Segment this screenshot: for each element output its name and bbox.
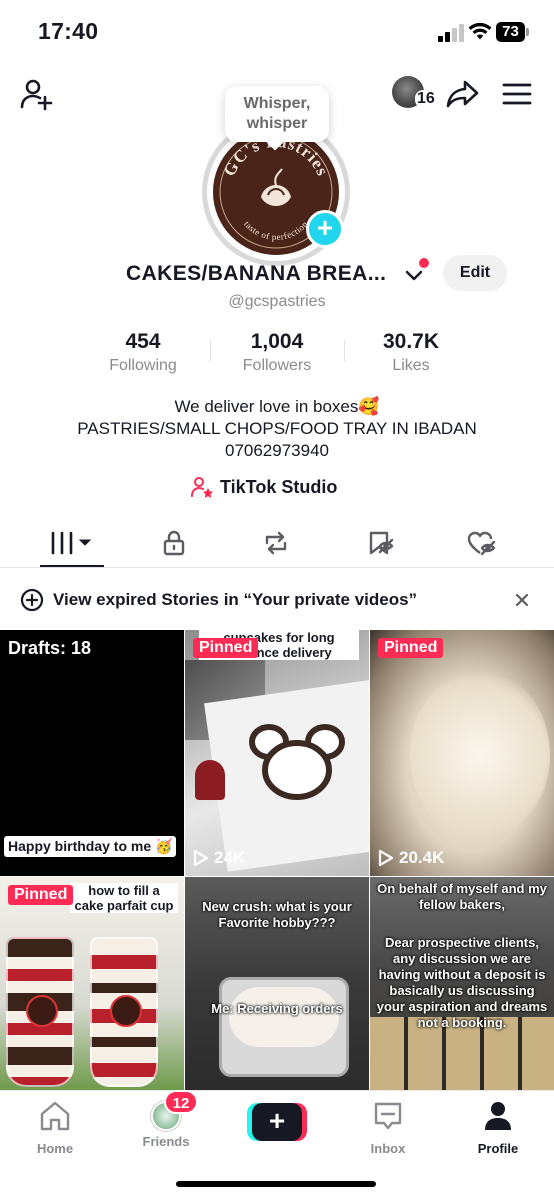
drafts-count: Drafts: 18 bbox=[8, 638, 92, 658]
tiktok-studio-link[interactable]: TikTok Studio bbox=[190, 474, 337, 500]
svg-text:taste of perfection: taste of perfection bbox=[242, 219, 310, 242]
share-arrow-icon bbox=[446, 80, 479, 108]
likes-label: Likes bbox=[392, 357, 430, 374]
edit-profile-button[interactable]: Edit bbox=[443, 255, 507, 291]
tab-favorites[interactable] bbox=[350, 524, 410, 562]
bookmark-hidden-icon bbox=[369, 531, 394, 555]
home-icon bbox=[40, 1101, 70, 1131]
pinned-badge: Pinned bbox=[193, 638, 259, 658]
menu-button[interactable] bbox=[498, 76, 536, 112]
profile-icon bbox=[485, 1102, 511, 1130]
viewer-count: 16 bbox=[415, 90, 437, 108]
repost-icon bbox=[265, 531, 287, 555]
studio-label: TikTok Studio bbox=[220, 476, 338, 497]
grid-icon bbox=[51, 531, 92, 555]
video-overlay-text: how to fill a cake parfait cup bbox=[70, 883, 178, 913]
stat-following[interactable]: 454 Following bbox=[78, 330, 208, 375]
studio-user-star-icon bbox=[191, 477, 214, 498]
tab-videos[interactable] bbox=[42, 524, 102, 562]
share-button[interactable] bbox=[444, 76, 482, 112]
view-count-value: 20.4K bbox=[399, 848, 445, 867]
followers-label: Followers bbox=[242, 357, 312, 374]
active-tab-indicator bbox=[40, 565, 104, 567]
wifi-icon bbox=[468, 22, 492, 40]
stat-followers[interactable]: 1,004 Followers bbox=[212, 330, 342, 375]
following-label: Following bbox=[109, 357, 177, 374]
add-user-icon bbox=[20, 79, 53, 111]
nav-profile[interactable]: Profile bbox=[458, 1099, 538, 1157]
parfait-cup-image bbox=[6, 937, 74, 1087]
create-button[interactable]: + bbox=[247, 1103, 307, 1141]
close-icon[interactable] bbox=[510, 588, 534, 612]
status-time: 17:40 bbox=[38, 18, 99, 44]
nav-friends-label: Friends bbox=[142, 1134, 190, 1149]
tab-private[interactable] bbox=[144, 524, 204, 562]
username: @gcspastries bbox=[228, 293, 326, 310]
profile-tabs bbox=[0, 518, 554, 568]
nav-inbox[interactable]: Inbox bbox=[348, 1099, 428, 1157]
whisper-bubble[interactable]: Whisper, whisper bbox=[225, 86, 329, 142]
view-count-value: 24K bbox=[214, 848, 246, 867]
bio-line: We deliver love in boxes🥰 bbox=[174, 397, 380, 416]
heart-hidden-icon bbox=[467, 531, 496, 556]
battery-icon: 73 bbox=[496, 22, 530, 42]
story-plus-icon bbox=[20, 588, 44, 612]
add-friend-button[interactable] bbox=[16, 76, 56, 112]
cellular-signal-icon bbox=[438, 24, 464, 42]
hamburger-menu-icon bbox=[502, 83, 532, 105]
view-count: 20.4K bbox=[378, 848, 444, 868]
followers-count: 1,004 bbox=[250, 330, 304, 353]
nav-home[interactable]: Home bbox=[15, 1099, 95, 1157]
following-count: 454 bbox=[125, 330, 161, 353]
video-overlay-text: Me: Receiving orders bbox=[211, 1001, 343, 1016]
video-tile[interactable]: New crush: what is your Favorite hobby??… bbox=[185, 877, 369, 1090]
video-tile[interactable]: how to fill a cake parfait cup Pinned bbox=[0, 877, 184, 1090]
mickey-cake-shape bbox=[249, 724, 345, 800]
tab-reposts[interactable] bbox=[246, 524, 306, 562]
view-count: 24K bbox=[193, 848, 245, 868]
video-thumbnail bbox=[410, 670, 550, 840]
tab-liked[interactable] bbox=[452, 524, 512, 562]
inbox-icon bbox=[374, 1102, 402, 1130]
video-caption: Happy birthday to me 🥳 bbox=[4, 836, 177, 857]
stat-divider bbox=[210, 340, 211, 362]
play-icon bbox=[378, 849, 394, 867]
friends-notification-badge: 12 bbox=[164, 1090, 198, 1114]
nav-profile-label: Profile bbox=[477, 1141, 519, 1156]
logo-tagline: taste of perfection bbox=[242, 219, 309, 242]
bio-line: PASTRIES/SMALL CHOPS/FOOD TRAY IN IBADAN bbox=[77, 419, 477, 438]
display-name: CAKES/BANANA BREA... bbox=[126, 262, 387, 285]
video-overlay-text: Dear prospective clients, any discussion… bbox=[376, 935, 548, 1030]
stat-divider bbox=[344, 340, 345, 362]
profile-viewers-button[interactable]: 16 bbox=[390, 74, 437, 114]
bottom-navigation: Home Friends + Inbox Profile bbox=[0, 1090, 554, 1170]
parfait-cup-image bbox=[90, 937, 158, 1087]
video-tile[interactable]: On behalf of myself and my fellow bakers… bbox=[370, 877, 554, 1090]
home-indicator[interactable] bbox=[176, 1181, 376, 1187]
nav-inbox-label: Inbox bbox=[370, 1141, 406, 1156]
video-overlay-text: New crush: what is your Favorite hobby??… bbox=[202, 899, 352, 930]
bio-phone[interactable]: 07062973940 bbox=[0, 440, 554, 462]
expired-stories-banner[interactable]: View expired Stories in “Your private vi… bbox=[0, 578, 554, 622]
pinned-badge: Pinned bbox=[378, 638, 444, 658]
stat-likes[interactable]: 30.7K Likes bbox=[346, 330, 476, 375]
pinned-badge: Pinned bbox=[8, 885, 74, 905]
video-tile[interactable]: Pinned 20.4K bbox=[370, 630, 554, 876]
likes-count: 30.7K bbox=[382, 330, 440, 353]
battery-level: 73 bbox=[496, 22, 525, 42]
video-overlay-text: On behalf of myself and my fellow bakers… bbox=[377, 881, 547, 912]
banner-text: View expired Stories in “Your private vi… bbox=[53, 590, 418, 609]
video-tile[interactable]: cupcakes for long distance delivery Pinn… bbox=[185, 630, 369, 876]
lock-icon bbox=[163, 530, 185, 556]
profile-bio: We deliver love in boxes🥰 PASTRIES/SMALL… bbox=[0, 396, 554, 462]
status-bar: 17:40 73 bbox=[0, 0, 554, 64]
notification-dot bbox=[419, 258, 429, 268]
nav-home-label: Home bbox=[36, 1141, 74, 1156]
plus-icon: + bbox=[252, 1103, 302, 1141]
drafts-tile[interactable]: Drafts: 18 Happy birthday to me 🥳 bbox=[0, 630, 184, 876]
play-icon bbox=[193, 849, 209, 867]
video-grid: Drafts: 18 Happy birthday to me 🥳 cupcak… bbox=[0, 630, 554, 1090]
add-story-button[interactable]: + bbox=[306, 210, 344, 248]
